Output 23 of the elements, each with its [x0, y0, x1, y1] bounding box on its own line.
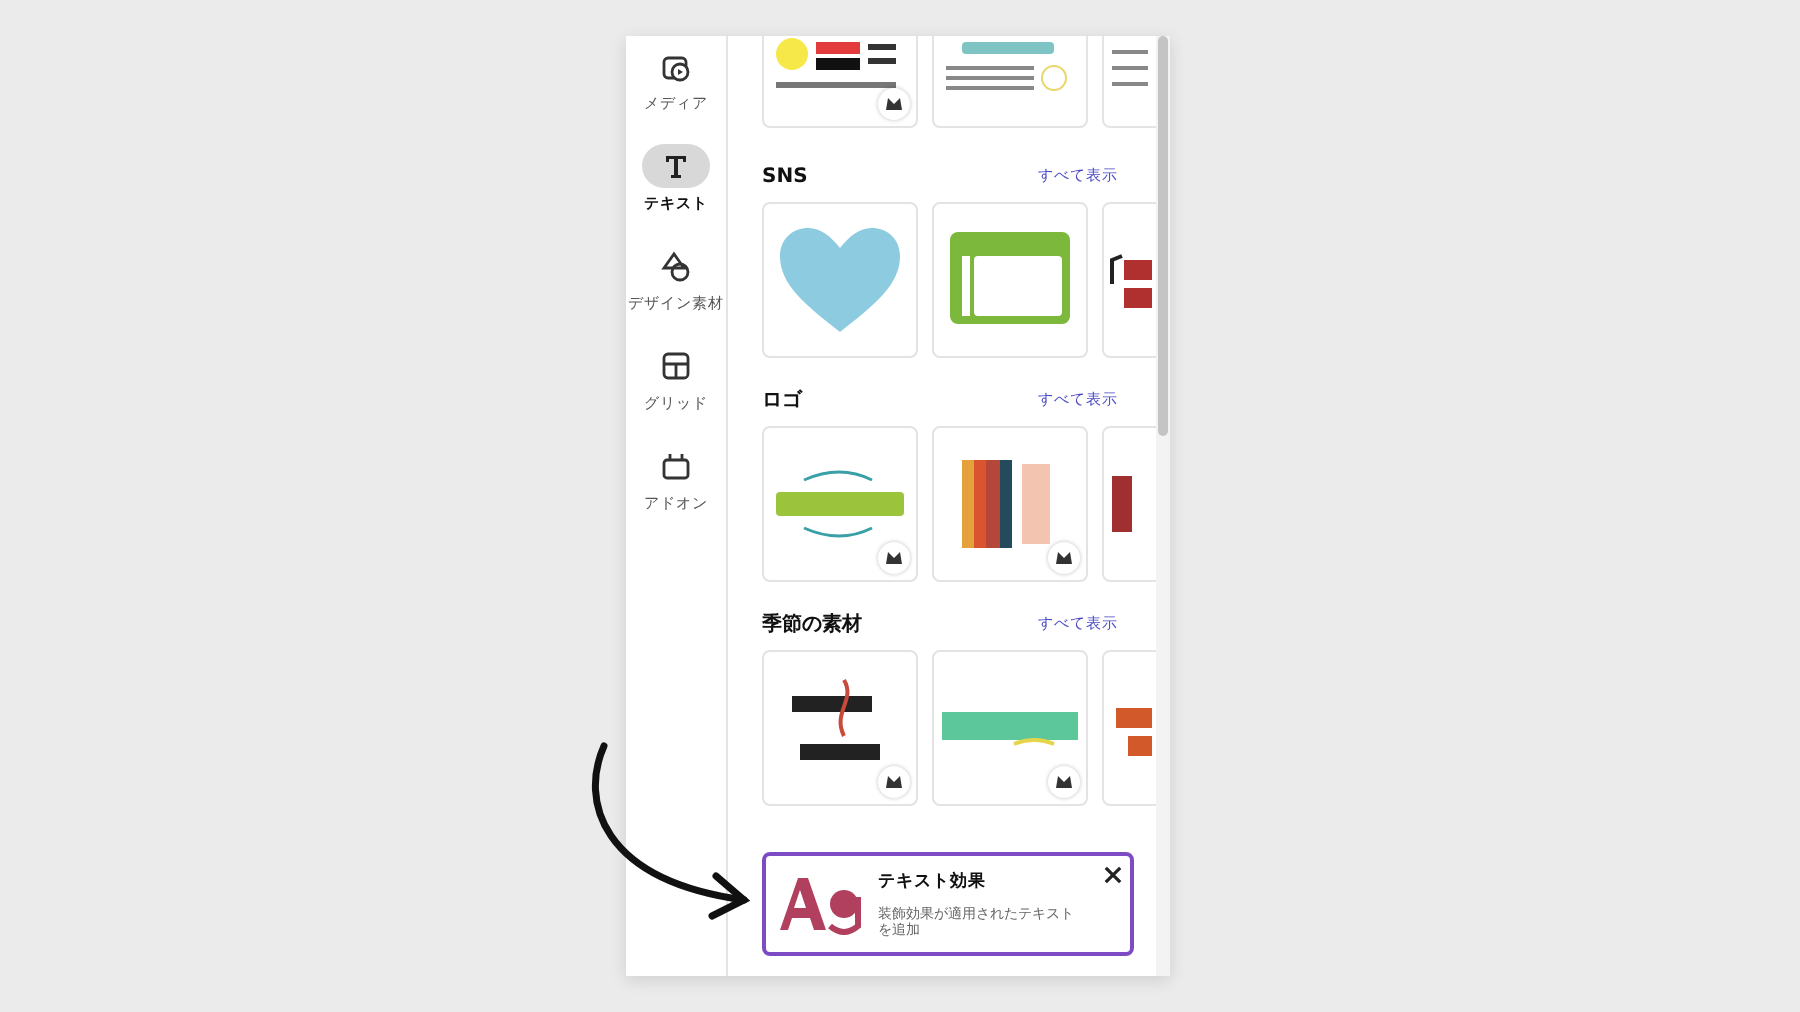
template-thumbnail: [792, 679, 880, 760]
scrollbar-thumb[interactable]: [1158, 36, 1168, 436]
template-card[interactable]: [762, 650, 918, 806]
template-thumbnail: [1112, 476, 1132, 532]
template-thumbnail: [1112, 50, 1148, 86]
template-thumbnail: [1116, 708, 1152, 756]
template-thumbnail: [1110, 254, 1152, 308]
template-thumbnail: [942, 712, 1078, 746]
template-thumbnail: [946, 42, 1067, 91]
section-title: SNS: [762, 165, 808, 187]
template-thumbnail: [776, 38, 896, 88]
grid-icon: [658, 348, 694, 384]
section-title: ロゴ: [762, 387, 802, 414]
shapes-icon: [658, 248, 694, 284]
template-card[interactable]: [932, 426, 1088, 582]
template-thumbnail: [780, 228, 900, 332]
promo-title: テキスト効果: [878, 869, 988, 894]
close-icon[interactable]: [1104, 866, 1122, 884]
template-thumbnail: [950, 232, 1070, 324]
template-thumbnail: [962, 460, 1050, 548]
addon-icon: [658, 448, 694, 484]
section-title: 季節の素材: [762, 611, 862, 638]
template-thumbnail: [776, 470, 904, 538]
